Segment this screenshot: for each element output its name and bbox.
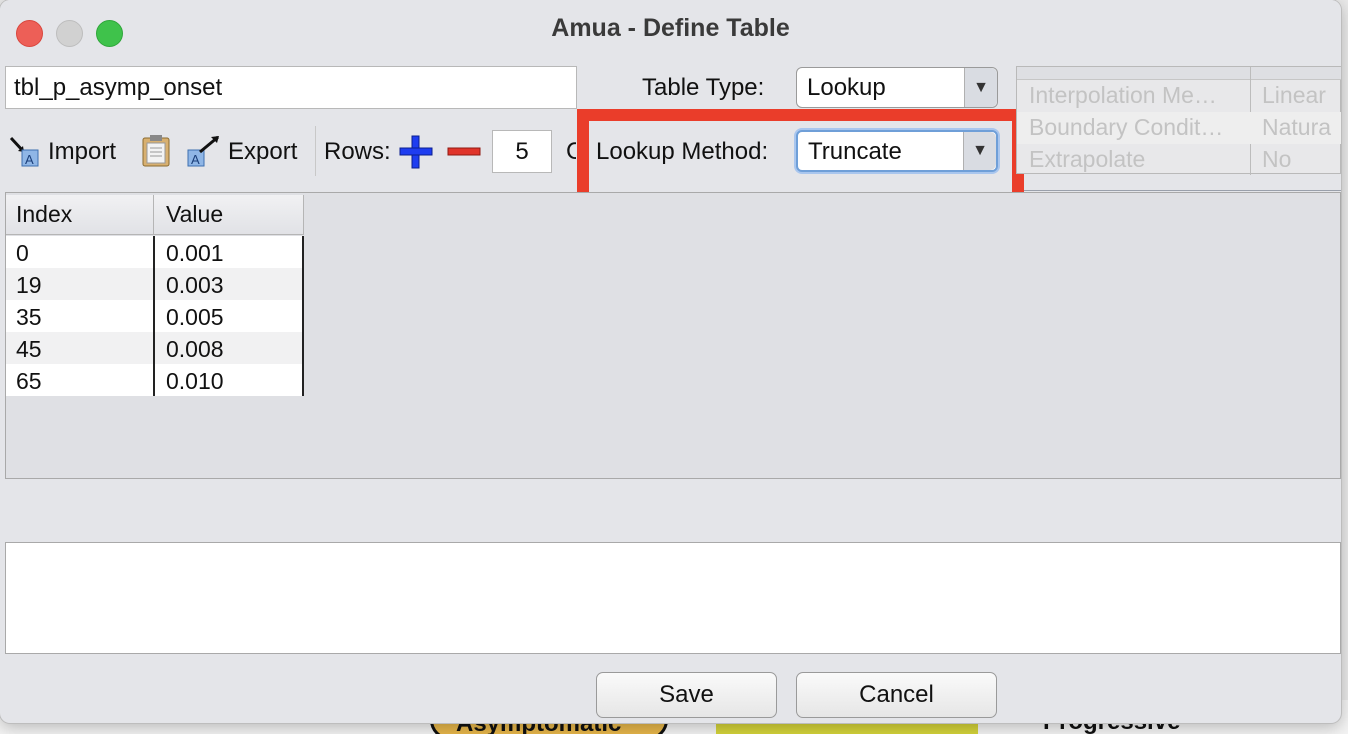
lookup-method-value: Truncate [808, 138, 902, 165]
clipped-label: C [566, 138, 576, 165]
table-cell-index[interactable]: 45 [16, 336, 42, 363]
window-title: Amua - Define Table [551, 14, 790, 42]
table-cell-index[interactable]: 65 [16, 368, 42, 395]
clipboard-icon[interactable] [140, 134, 172, 168]
define-table-dialog: Amua - Define Table tbl_p_asymp_onset Ta… [0, 0, 1341, 723]
export-icon[interactable]: A [186, 134, 222, 168]
remove-row-icon[interactable] [446, 134, 482, 170]
rows-label: Rows: [324, 138, 391, 165]
option-value: Linear [1262, 82, 1326, 108]
title-bar: Amua - Define Table [0, 0, 1341, 62]
toolbar-bottom-rule [1024, 190, 1341, 191]
export-button[interactable]: Export [228, 138, 297, 166]
rows-count-input[interactable]: 5 [492, 130, 552, 173]
table-type-label: Table Type: [642, 74, 765, 101]
table-cell-value[interactable]: 0.003 [166, 272, 224, 299]
column-header-label: Value [166, 201, 224, 227]
table-cell-index[interactable]: 19 [16, 272, 42, 299]
svg-text:A: A [191, 152, 200, 167]
table-cell-value[interactable]: 0.005 [166, 304, 224, 331]
save-button[interactable]: Save [596, 672, 777, 718]
options-table-header [1017, 67, 1341, 80]
column-divider [153, 236, 155, 396]
table-cell-value[interactable]: 0.010 [166, 368, 224, 395]
row-stripe [6, 332, 304, 364]
table-type-value: Lookup [807, 74, 886, 101]
row-stripe [6, 268, 304, 300]
svg-text:A: A [25, 152, 34, 167]
table-cell-value[interactable]: 0.008 [166, 336, 224, 363]
option-name: Extrapolate [1029, 146, 1146, 172]
column-header-label: Index [16, 201, 73, 227]
option-value: Natura [1262, 114, 1332, 140]
import-button[interactable]: Import [48, 138, 116, 166]
table-cell-index[interactable]: 0 [16, 240, 29, 267]
table-name-input[interactable]: tbl_p_asymp_onset [5, 66, 577, 109]
option-name: Boundary Condit… [1029, 114, 1224, 140]
option-value: No [1262, 146, 1292, 172]
toolbar-divider [315, 126, 316, 176]
column-divider [302, 236, 304, 396]
cancel-button[interactable]: Cancel [796, 672, 997, 718]
notes-textarea[interactable] [5, 542, 1341, 654]
table-cell-value[interactable]: 0.001 [166, 240, 224, 267]
option-name: Interpolation Me… [1029, 82, 1217, 108]
table-cell-index[interactable]: 35 [16, 304, 42, 331]
lookup-method-label: Lookup Method: [596, 138, 769, 165]
lookup-method-select[interactable]: Truncate ▼ [796, 130, 998, 172]
table-type-select[interactable]: Lookup ▼ [796, 67, 998, 108]
chevron-down-icon: ▼ [963, 132, 996, 170]
data-table-body [6, 236, 304, 396]
add-row-icon[interactable] [398, 134, 434, 170]
chevron-down-icon: ▼ [964, 68, 997, 107]
import-icon[interactable]: A [8, 134, 42, 168]
